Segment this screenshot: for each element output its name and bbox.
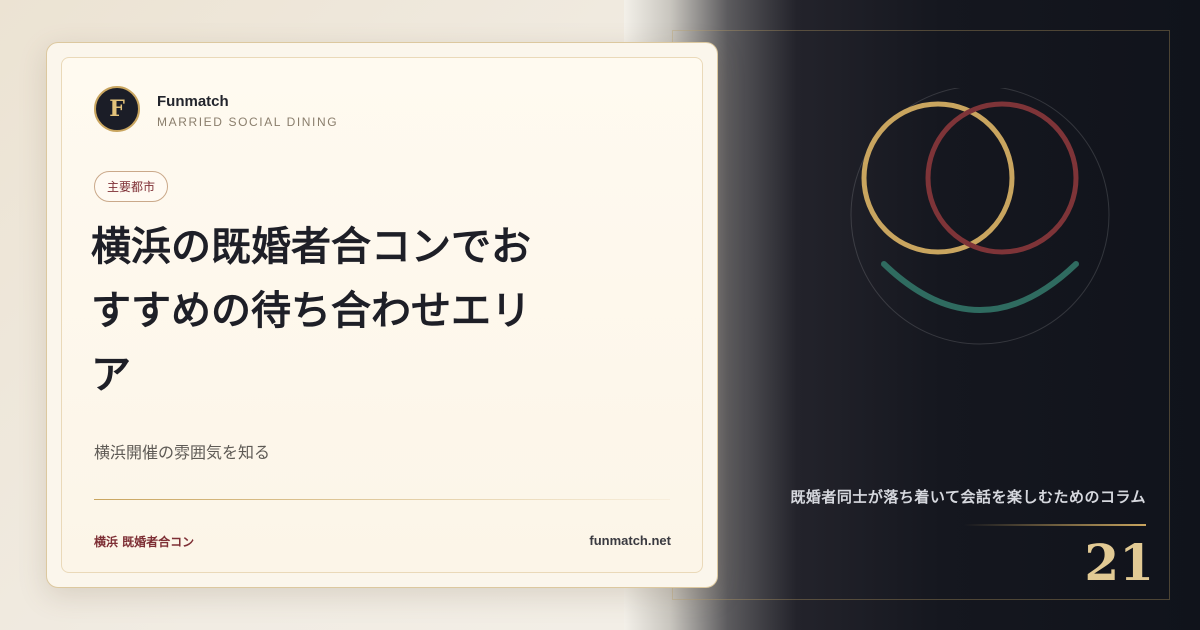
two-rings-smile-icon (850, 88, 1110, 345)
emblem-burgundy-ring (925, 101, 1079, 255)
brand-name: Funmatch (157, 93, 229, 110)
brand-logo: F (94, 86, 140, 132)
emblem-outer-circle (850, 88, 1110, 345)
category-badge: 主要都市 (94, 171, 169, 202)
page-subtitle: 横浜開催の雰囲気を知る (94, 443, 271, 462)
logo-letter: F (109, 96, 125, 122)
card-divider (94, 499, 670, 500)
column-tagline: 既婚者同士が落ち着いて会話を楽しむためのコラム (790, 488, 1146, 506)
emblem-teal-smile (881, 261, 1079, 313)
issue-number: 21 (1084, 533, 1154, 592)
emblem-gold-ring (861, 101, 1015, 255)
article-card: F Funmatch MARRIED SOCIAL DINING 主要都市 横浜… (46, 42, 718, 588)
page-title: 横浜の既婚者合コンでおすすめの待ち合わせエリア (91, 223, 531, 398)
site-url: funmatch.net (589, 533, 671, 548)
gold-divider (964, 524, 1146, 526)
keyword-tag: 横浜 既婚者合コン (94, 535, 195, 549)
brand-tagline: MARRIED SOCIAL DINING (157, 115, 339, 129)
